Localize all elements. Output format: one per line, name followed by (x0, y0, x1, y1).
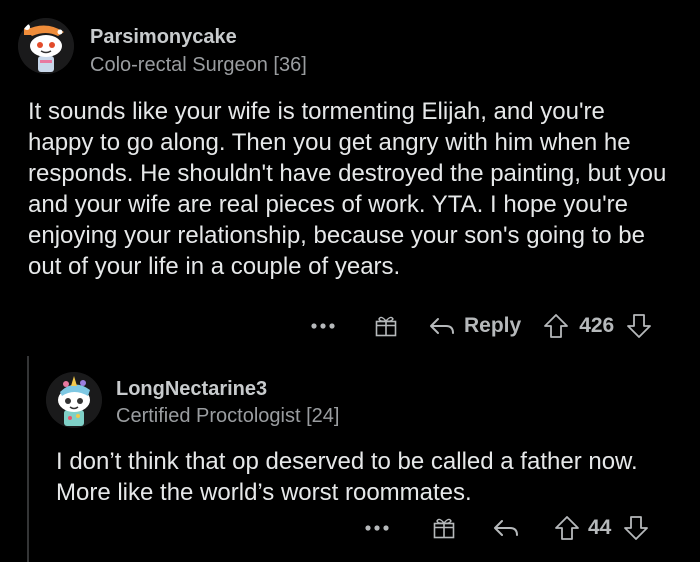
comment: Parsimonycake Colo-rectal Surgeon [36] I… (0, 0, 700, 356)
reply-button[interactable]: Reply (428, 314, 521, 338)
award-icon (433, 518, 455, 539)
upvote-icon (555, 516, 579, 540)
reply-icon (494, 520, 518, 536)
downvote-icon (627, 314, 652, 338)
more-icon (311, 323, 335, 329)
comment-actions: 44 (364, 510, 649, 546)
upvote-button[interactable] (554, 515, 580, 541)
user-flair: Colo-rectal Surgeon [36] (90, 54, 307, 76)
avatar[interactable] (18, 18, 74, 74)
avatar[interactable] (46, 372, 102, 428)
award-button[interactable] (374, 314, 398, 338)
username[interactable]: LongNectarine3 (116, 378, 267, 401)
vote-score: 426 (579, 314, 615, 337)
comment-body: I don’t think that op deserved to be cal… (56, 448, 638, 506)
upvote-button[interactable] (543, 313, 569, 339)
snoo-avatar-icon (18, 18, 74, 74)
more-options-button[interactable] (364, 524, 390, 532)
comment-body: It sounds like your wife is tormenting E… (28, 98, 667, 280)
downvote-icon (624, 516, 649, 540)
vote-score: 44 (588, 516, 612, 539)
comment-actions: Reply 426 (310, 308, 652, 344)
user-flair: Certified Proctologist [24] (116, 405, 340, 427)
award-icon (375, 316, 397, 337)
upvote-icon (544, 314, 569, 338)
reply-label: Reply (464, 314, 522, 337)
downvote-button[interactable] (626, 313, 652, 339)
more-icon (365, 525, 389, 531)
more-options-button[interactable] (310, 322, 336, 330)
reply-icon (430, 318, 454, 334)
downvote-button[interactable] (623, 515, 649, 541)
reply-button[interactable] (492, 517, 520, 539)
reply-comment: LongNectarine3 Certified Proctologist [2… (0, 360, 700, 562)
award-button[interactable] (432, 516, 456, 540)
username[interactable]: Parsimonycake (90, 26, 237, 49)
snoo-avatar-icon (46, 372, 102, 428)
